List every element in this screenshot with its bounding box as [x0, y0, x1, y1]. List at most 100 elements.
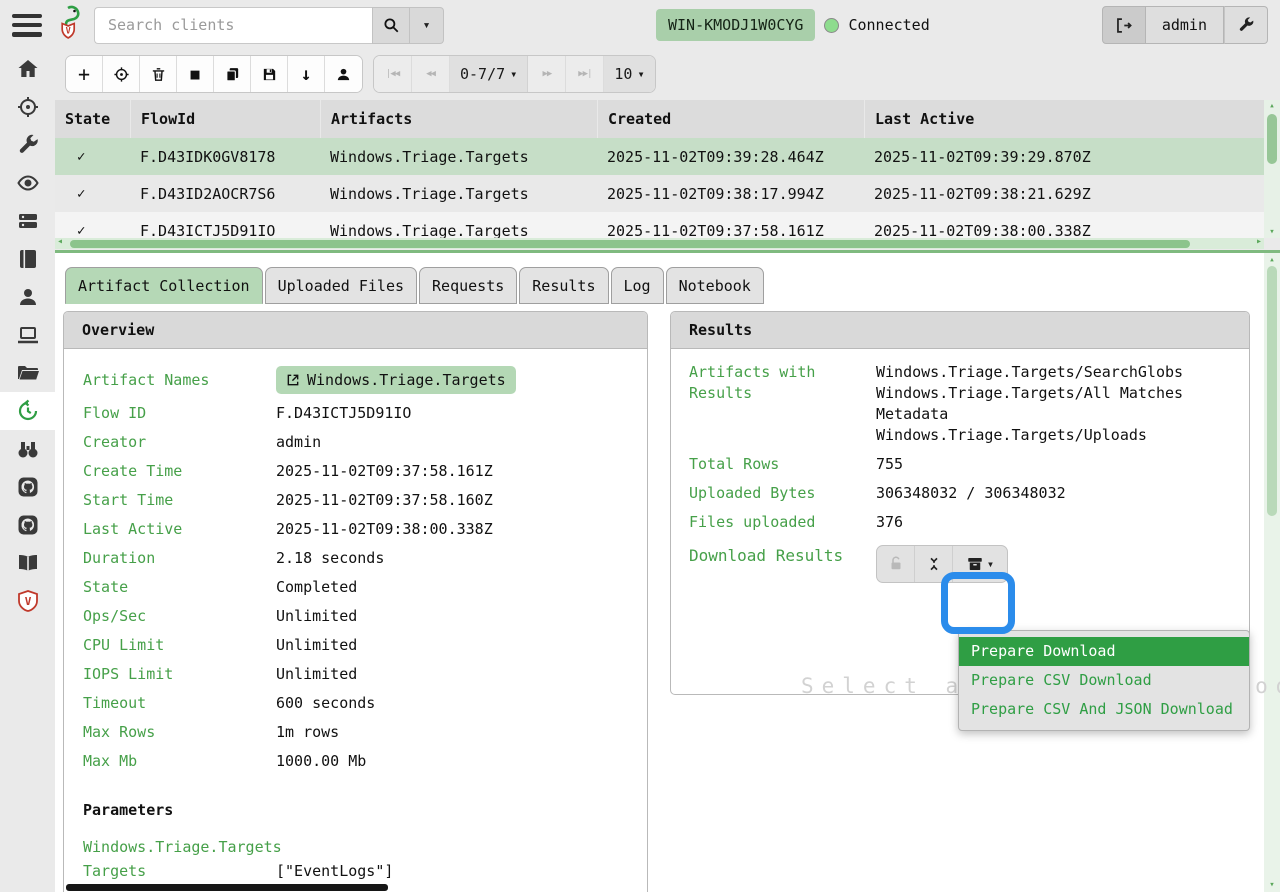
sidebar-item-hunt-manager[interactable] [0, 88, 55, 126]
tab-log[interactable]: Log [611, 267, 664, 304]
menu-item-prepare-csv-json-download[interactable]: Prepare CSV And JSON Download [959, 695, 1249, 724]
username-label: admin [1162, 16, 1207, 34]
create-hunt-button[interactable] [103, 56, 140, 92]
overview-value: 1000.00 Mb [276, 752, 366, 770]
stop-icon: ■ [190, 65, 199, 83]
sidebar-item-view-artifacts[interactable] [0, 126, 55, 164]
search-icon [382, 16, 400, 34]
user-button[interactable]: admin [1146, 6, 1224, 44]
sidebar-item-documentation[interactable] [0, 544, 55, 582]
download-results-row: Download Results [689, 545, 1249, 583]
save-collection-button[interactable] [251, 56, 288, 92]
menu-item-prepare-download[interactable]: Prepare Download [959, 637, 1249, 666]
settings-button[interactable] [1224, 6, 1268, 44]
github-icon [16, 475, 40, 499]
page-range-dropdown[interactable]: 0-7/7 ▾ [450, 56, 528, 92]
pagination-group: |◀◀ ◀◀ 0-7/7 ▾ ▶▶ ▶▶| 10 ▾ [373, 55, 656, 93]
overview-label: Timeout [83, 694, 276, 712]
tab-requests[interactable]: Requests [419, 267, 517, 304]
velociraptor-logo-icon[interactable]: V [54, 5, 84, 45]
sidebar-item-host-information[interactable] [0, 278, 55, 316]
hamburger-menu-icon[interactable] [12, 14, 42, 37]
next-page-button[interactable]: ▶▶ [528, 56, 566, 92]
sidebar-item-server-events[interactable] [0, 164, 55, 202]
logout-button[interactable] [1102, 6, 1146, 44]
table-row[interactable]: ✓ F.D43IDK0GV8178 Windows.Triage.Targets… [55, 138, 1264, 175]
unlock-download-button[interactable] [877, 546, 915, 582]
scroll-up-icon[interactable]: ▴ [1264, 101, 1280, 111]
sidebar-item-vfs[interactable] [0, 354, 55, 392]
copy-flow-button[interactable] [214, 56, 251, 92]
sidebar-item-github-link[interactable] [0, 468, 55, 506]
table-row[interactable]: ✓ F.D43ID2AOCR7S6 Windows.Triage.Targets… [55, 175, 1264, 212]
eye-icon [16, 171, 40, 195]
overview-label: Duration [83, 549, 276, 567]
flows-toolbar: + ■ [65, 55, 656, 93]
collapse-button[interactable] [915, 546, 953, 582]
artifact-link-badge[interactable]: Windows.Triage.Targets [276, 366, 516, 394]
scroll-left-icon[interactable]: ◂ [57, 236, 63, 247]
tab-uploaded-files[interactable]: Uploaded Files [265, 267, 417, 304]
sidebar-item-home[interactable] [0, 50, 55, 88]
search-input[interactable] [94, 7, 372, 44]
cell-last-active: 2025-11-02T09:38:00.338Z [864, 222, 1264, 240]
tab-results[interactable]: Results [519, 267, 608, 304]
table-header-row: State FlowId Artifacts Created Last Acti… [55, 100, 1264, 138]
parameters-heading: Parameters [83, 795, 647, 824]
tab-notebook[interactable]: Notebook [666, 267, 764, 304]
last-page-button[interactable]: ▶▶| [566, 56, 604, 92]
previous-page-button[interactable]: ◀◀ [412, 56, 450, 92]
sidebar-item-collected-artifacts[interactable] [0, 392, 55, 430]
scroll-down-icon[interactable]: ▾ [1264, 227, 1280, 237]
flows-table: State FlowId Artifacts Created Last Acti… [55, 100, 1264, 249]
trash-icon [150, 66, 167, 83]
tab-artifact-collection[interactable]: Artifact Collection [65, 267, 263, 304]
prepare-download-dropdown-button[interactable]: ▾ [953, 546, 1007, 582]
table-scrollbar-thumb[interactable] [1267, 114, 1277, 164]
archive-icon [966, 555, 984, 573]
hostname-badge[interactable]: WIN-KMODJ1W0CYG [656, 9, 815, 41]
flow-user-button[interactable] [325, 56, 362, 92]
next-page-icon: ▶▶ [542, 69, 551, 79]
parameter-value: ["EventLogs"] [276, 862, 393, 880]
user-icon [16, 285, 40, 309]
cell-last-active: 2025-11-02T09:39:29.870Z [864, 148, 1264, 166]
details-horizontal-scrollbar-thumb[interactable] [66, 884, 388, 891]
search-options-button[interactable]: ▾ [410, 7, 444, 44]
caret-down-icon: ▾ [423, 18, 431, 33]
first-page-button[interactable]: |◀◀ [374, 56, 412, 92]
page-size-dropdown[interactable]: 10 ▾ [604, 56, 654, 92]
cell-artifacts: Windows.Triage.Targets [320, 222, 597, 240]
details-vertical-scrollbar[interactable]: ▴ ▾ [1264, 253, 1280, 892]
table-vertical-scrollbar[interactable]: ▴ ▾ [1264, 100, 1280, 238]
github-icon [16, 513, 40, 537]
sidebar-item-interrogate[interactable] [0, 316, 55, 354]
delete-flow-button[interactable] [140, 56, 177, 92]
artifacts-with-results-value: Windows.Triage.Targets/SearchGlobs Windo… [876, 362, 1221, 446]
sidebar-item-client-events[interactable] [0, 430, 55, 468]
table-horizontal-scrollbar[interactable]: ◂ ▸ [55, 238, 1264, 249]
overview-value: 1m rows [276, 723, 339, 741]
parameter-row: Targets ["EventLogs"] [83, 860, 647, 882]
user-menu-group: admin [1102, 6, 1268, 44]
flow-tabs: Artifact Collection Uploaded Files Reque… [65, 267, 764, 304]
sidebar-item-about-velociraptor[interactable]: V [0, 582, 55, 620]
pane-splitter[interactable] [55, 250, 1280, 253]
details-scrollbar-thumb[interactable] [1267, 266, 1277, 516]
export-flow-button[interactable]: ↓ [288, 56, 325, 92]
sidebar-item-github-issues[interactable] [0, 506, 55, 544]
results-value: 306348032 / 306348032 [876, 483, 1221, 504]
sidebar-item-server-artifacts[interactable] [0, 202, 55, 240]
scroll-right-icon[interactable]: ▸ [1256, 236, 1262, 247]
connected-status-icon [824, 18, 839, 33]
scroll-down-icon[interactable]: ▾ [1264, 880, 1280, 890]
search-button[interactable] [372, 7, 410, 44]
menu-item-prepare-csv-download[interactable]: Prepare CSV Download [959, 666, 1249, 695]
scroll-up-icon[interactable]: ▴ [1264, 255, 1280, 265]
sidebar-item-notebooks[interactable] [0, 240, 55, 278]
binoculars-icon [16, 437, 40, 461]
cancel-flow-button[interactable]: ■ [177, 56, 214, 92]
caret-down-icon: ▾ [987, 557, 994, 571]
new-collection-button[interactable]: + [66, 56, 103, 92]
table-hscrollbar-thumb[interactable] [70, 240, 1190, 248]
